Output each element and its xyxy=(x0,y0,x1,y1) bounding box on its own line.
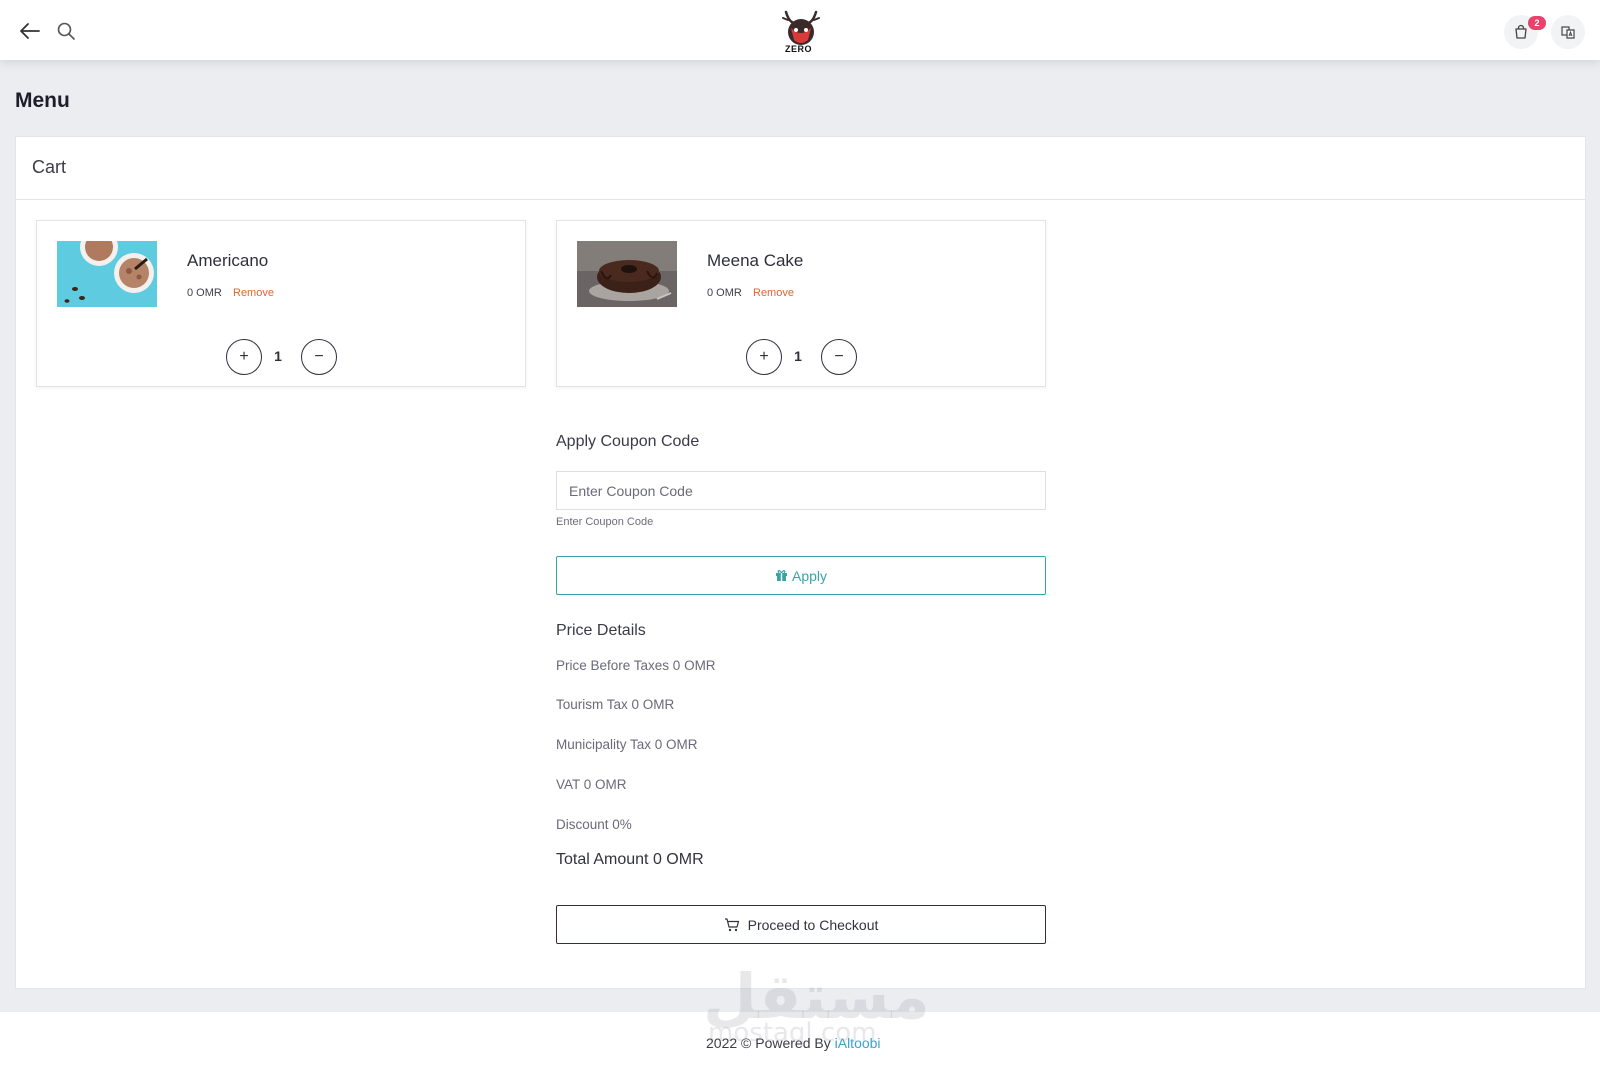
minus-icon: − xyxy=(314,348,324,365)
cart-item: Americano 0 OMR Remove + 1 − xyxy=(36,220,526,387)
footer-copyright-text: 2022 © Powered By xyxy=(706,1035,831,1051)
apply-label: Apply xyxy=(791,567,828,584)
cart-card: Cart Americano 0 OMR Remove + 1 − Meena … xyxy=(15,136,1586,989)
language-button[interactable] xyxy=(1551,15,1585,49)
coupon-section-title: Apply Coupon Code xyxy=(556,433,700,450)
logo-text: ZERO xyxy=(785,44,813,54)
coupon-hint: Enter Coupon Code xyxy=(556,516,654,528)
shopping-bag-icon xyxy=(1515,24,1527,39)
tourism-tax: Tourism Tax 0 OMR xyxy=(556,697,675,712)
cart-title: Cart xyxy=(16,137,1585,200)
decrease-quantity-button[interactable]: − xyxy=(821,339,857,375)
cart-count-badge: 2 xyxy=(1528,16,1546,30)
top-navigation-bar: ZERO 2 xyxy=(0,0,1600,60)
powered-by-link[interactable]: iAltoobi xyxy=(835,1035,881,1051)
item-quantity: 1 xyxy=(274,348,282,364)
price-before-taxes: Price Before Taxes 0 OMR xyxy=(556,658,716,673)
discount: Discount 0% xyxy=(556,817,632,832)
item-price: 0 OMR xyxy=(707,287,742,299)
page-title: Menu xyxy=(15,89,70,112)
checkout-label: Proceed to Checkout xyxy=(747,916,879,933)
meena-cake-image xyxy=(577,241,677,307)
search-icon[interactable] xyxy=(56,21,76,41)
americano-image xyxy=(57,241,157,307)
translate-icon xyxy=(1561,26,1575,39)
footer-copyright: 2022 © Powered By iAltoobi xyxy=(706,1035,881,1051)
remove-item-link[interactable]: Remove xyxy=(233,287,274,299)
increase-quantity-button[interactable]: + xyxy=(746,339,782,375)
increase-quantity-button[interactable]: + xyxy=(226,339,262,375)
apply-coupon-button[interactable]: Apply xyxy=(556,556,1046,595)
coupon-input[interactable] xyxy=(556,471,1046,510)
proceed-to-checkout-button[interactable]: Proceed to Checkout xyxy=(556,905,1046,944)
remove-item-link[interactable]: Remove xyxy=(753,287,794,299)
municipality-tax: Municipality Tax 0 OMR xyxy=(556,737,698,752)
item-quantity: 1 xyxy=(794,348,802,364)
gift-icon xyxy=(775,570,787,581)
plus-icon: + xyxy=(759,348,769,365)
decrease-quantity-button[interactable]: − xyxy=(301,339,337,375)
cart-item: Meena Cake 0 OMR Remove + 1 − xyxy=(556,220,1046,387)
arrow-left-icon[interactable] xyxy=(18,19,42,43)
shopping-cart-icon xyxy=(724,917,739,931)
item-name: Americano xyxy=(187,251,269,270)
item-price: 0 OMR xyxy=(187,287,222,299)
item-name: Meena Cake xyxy=(707,251,804,270)
plus-icon: + xyxy=(239,348,249,365)
minus-icon: − xyxy=(834,348,844,365)
price-details-title: Price Details xyxy=(556,622,646,639)
total-amount: Total Amount 0 OMR xyxy=(556,851,704,868)
vat: VAT 0 OMR xyxy=(556,777,627,792)
